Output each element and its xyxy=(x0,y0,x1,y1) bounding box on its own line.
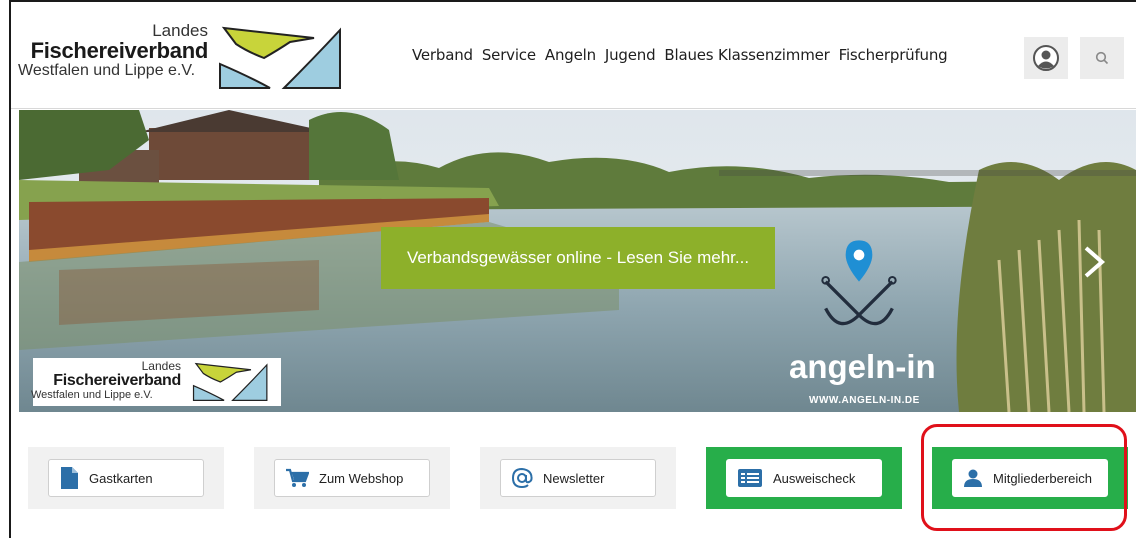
slider-next-arrow-icon[interactable] xyxy=(1082,246,1106,278)
slider-caption-button[interactable]: Verbandsgewässer online - Lesen Sie mehr… xyxy=(381,227,775,289)
slider-logo-text: Landes Fischereiverband Westfalen und Li… xyxy=(31,360,181,402)
account-button[interactable] xyxy=(1024,37,1068,79)
angeln-in-url: WWW.ANGELN-IN.DE xyxy=(809,395,920,406)
tile-newsletter: Newsletter xyxy=(480,447,676,509)
main-nav: Verband Service Angeln Jugend Blaues Kla… xyxy=(412,46,948,64)
at-icon xyxy=(511,467,533,489)
nav-item-blaues-klassenzimmer[interactable]: Blaues Klassenzimmer xyxy=(664,46,829,64)
nav-item-verband[interactable]: Verband xyxy=(412,46,473,64)
newsletter-label: Newsletter xyxy=(543,470,605,486)
logo-text: Landes Fischereiverband Westfalen und Li… xyxy=(18,22,208,80)
webshop-button[interactable]: Zum Webshop xyxy=(274,459,430,497)
search-button[interactable] xyxy=(1080,37,1124,79)
logo-line-2: Fischereiverband xyxy=(30,38,209,63)
angeln-in-wordmark: angeln-in xyxy=(789,348,936,385)
id-card-icon xyxy=(738,469,762,487)
nav-item-service[interactable]: Service xyxy=(482,46,536,64)
account-icon xyxy=(1033,45,1059,71)
hero-slider[interactable]: Verbandsgewässer online - Lesen Sie mehr… xyxy=(19,110,1136,412)
tile-gastkarten: Gastkarten xyxy=(28,447,224,509)
cart-icon xyxy=(286,468,309,487)
nav-item-jugend[interactable]: Jugend xyxy=(605,46,656,64)
gastkarten-label: Gastkarten xyxy=(89,470,153,486)
nav-item-angeln[interactable]: Angeln xyxy=(545,46,596,64)
highlight-annotation xyxy=(921,424,1127,531)
document-icon xyxy=(61,467,78,489)
slider-logo-line-2: Fischereiverband xyxy=(53,372,181,389)
angeln-in-logo-icon xyxy=(821,240,897,326)
newsletter-button[interactable]: Newsletter xyxy=(500,459,656,497)
site-logo[interactable]: Landes Fischereiverband Westfalen und Li… xyxy=(18,22,348,100)
ausweischeck-label: Ausweischeck xyxy=(773,470,856,486)
logo-graphic xyxy=(219,26,341,89)
slider-logo: Landes Fischereiverband Westfalen und Li… xyxy=(31,358,281,406)
header-divider xyxy=(11,108,1136,109)
gastkarten-button[interactable]: Gastkarten xyxy=(48,459,204,497)
slider-logo-graphic xyxy=(192,362,268,401)
nav-item-fischerpruefung[interactable]: Fischerprüfung xyxy=(839,46,948,64)
webshop-label: Zum Webshop xyxy=(319,470,404,486)
slider-logo-line-3: Westfalen und Lippe e.V. xyxy=(31,389,153,401)
logo-line-3: Westfalen und Lippe e.V. xyxy=(18,62,196,79)
ausweischeck-button[interactable]: Ausweischeck xyxy=(726,459,882,497)
search-icon xyxy=(1095,51,1109,65)
tile-webshop: Zum Webshop xyxy=(254,447,450,509)
tile-ausweischeck: Ausweischeck xyxy=(706,447,902,509)
